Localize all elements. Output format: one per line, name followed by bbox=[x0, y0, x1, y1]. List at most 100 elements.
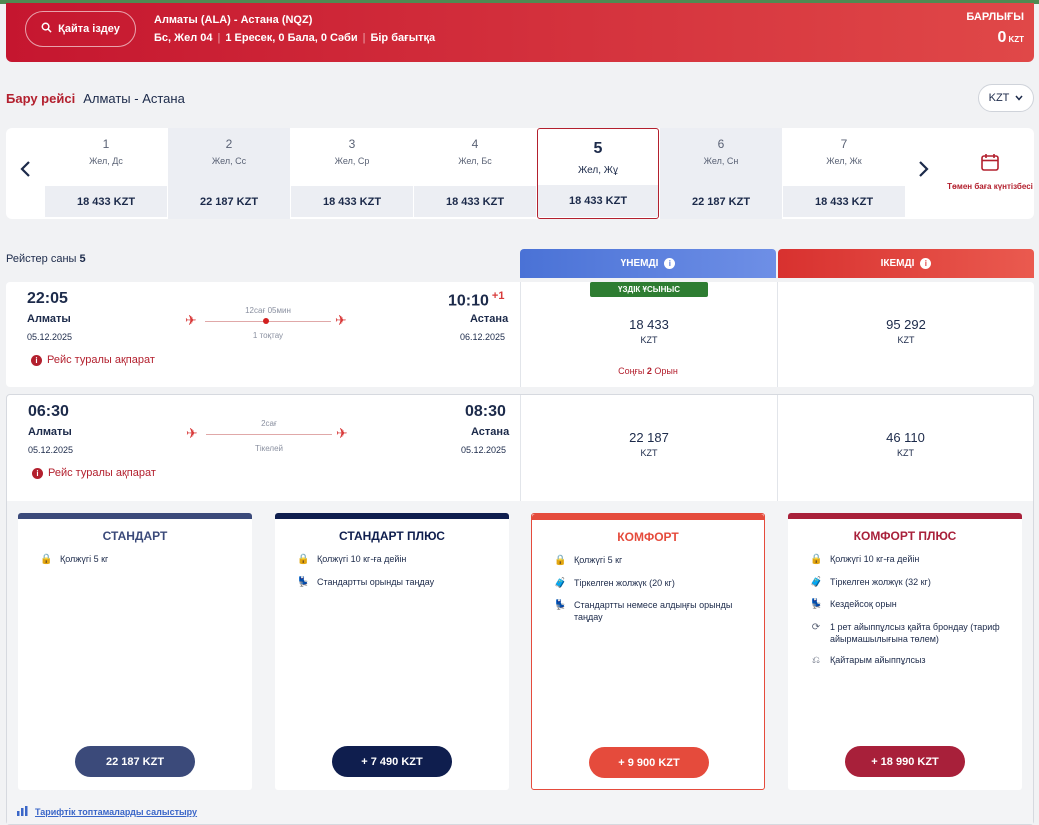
date-card-1[interactable]: 1 Жел, Дс 18 433 KZT bbox=[45, 128, 167, 219]
date-price: 18 433 KZT bbox=[538, 185, 658, 217]
passengers: 1 Ересек, 0 Бала, 0 Сәби bbox=[225, 32, 358, 44]
date-card-5-selected[interactable]: 5 Жел, Жұ 18 433 KZT bbox=[537, 128, 659, 219]
date-price: 22 187 KZT bbox=[660, 186, 782, 217]
feature-item: 💺 Стандартты немесе алдыңғы орынды таңдау bbox=[554, 600, 733, 623]
tariff-select-button[interactable]: + 9 900 KZT bbox=[589, 747, 709, 778]
date-weekday: Жел, Дс bbox=[89, 156, 123, 166]
date-weekday: Жел, Сн bbox=[703, 156, 739, 166]
next-dates-button[interactable] bbox=[909, 158, 939, 184]
departure-city: Алматы bbox=[28, 426, 72, 438]
departure-date: 05.12.2025 bbox=[28, 445, 74, 455]
economy-label: ҮНЕМДІ bbox=[620, 258, 659, 269]
last-seats-note: Соңғы 2 Орын bbox=[618, 366, 678, 376]
date-price: 18 433 KZT bbox=[291, 186, 413, 217]
date-number: 4 bbox=[471, 137, 479, 151]
tariff-features: 🔒 Қолжүгі 5 кг bbox=[40, 553, 242, 576]
arrival-time: 08:30 bbox=[465, 403, 506, 420]
re-search-button[interactable]: Қайта іздеу bbox=[25, 11, 136, 47]
tariff-color-bar bbox=[788, 513, 1022, 519]
info-icon[interactable]: i bbox=[664, 258, 676, 269]
compare-label: Тарифтік топтамаларды салыстыру bbox=[35, 807, 198, 817]
date-number: 3 bbox=[348, 137, 356, 151]
search-summary-header: Қайта іздеу Алматы (ALA) - Астана (NQZ) … bbox=[6, 3, 1034, 62]
date-card-4[interactable]: 4 Жел, Бс 18 433 KZT bbox=[414, 128, 536, 219]
business-currency: KZT bbox=[897, 335, 915, 345]
departure-title: Бару рейсі Алматы - Астана bbox=[6, 91, 185, 106]
arrival-city: Астана bbox=[471, 426, 510, 438]
feature-item: 💺 Стандартты орынды таңдау bbox=[297, 576, 435, 588]
seat-icon: 💺 bbox=[554, 600, 567, 611]
best-offer-badge: ҮЗДІК ҰСЫНЫС bbox=[590, 282, 708, 297]
arrival-date: 05.12.2025 bbox=[461, 445, 507, 455]
plane-depart-icon: ✈ bbox=[186, 425, 198, 441]
date-card-6[interactable]: 6 Жел, Сн 22 187 KZT bbox=[660, 128, 782, 219]
economy-fare-cell[interactable]: 22 187 KZT bbox=[520, 395, 777, 501]
flight-info-link[interactable]: i Рейс туралы ақпарат bbox=[31, 354, 155, 366]
date-number: 2 bbox=[225, 137, 233, 151]
luggage-icon: 🧳 bbox=[810, 576, 823, 588]
plane-depart-icon: ✈ bbox=[185, 312, 197, 328]
date-weekday: Жел, Бс bbox=[458, 156, 492, 166]
tariff-color-bar bbox=[18, 513, 252, 519]
economy-currency: KZT bbox=[640, 335, 658, 345]
plane-arrive-icon: ✈ bbox=[335, 312, 347, 328]
date-card-7[interactable]: 7 Жел, Жк 18 433 KZT bbox=[783, 128, 905, 219]
prev-dates-button[interactable] bbox=[10, 158, 40, 184]
arrival-city: Астана bbox=[470, 313, 509, 325]
date-card-2[interactable]: 2 Жел, Сс 22 187 KZT bbox=[168, 128, 290, 219]
date-carousel: 1 Жел, Дс 18 433 KZT 2 Жел, Сс 22 187 KZ… bbox=[6, 128, 1034, 219]
business-currency: KZT bbox=[897, 448, 914, 458]
compare-tariffs-link[interactable]: Тарифтік топтамаларды салыстыру bbox=[17, 806, 197, 818]
total-value: 0 KZT bbox=[997, 29, 1024, 46]
economy-price: 22 187 bbox=[629, 430, 669, 445]
search-icon bbox=[41, 22, 52, 36]
route-details: Бс, Жел 04 | 1 Ересек, 0 Бала, 0 Сәби | Бір … bbox=[154, 32, 436, 44]
flight-info-link[interactable]: i Рейс туралы ақпарат bbox=[32, 467, 156, 479]
flight-duration: 12сағ 05мин bbox=[245, 306, 291, 315]
arrival-time: 10:10 +1 bbox=[448, 290, 505, 310]
tariff-name: КОМФОРТ ПЛЮС bbox=[853, 529, 957, 543]
tariff-color-bar bbox=[275, 513, 509, 519]
business-price: 46 110 bbox=[886, 430, 925, 445]
flight-info-label: Рейс туралы ақпарат bbox=[47, 354, 155, 366]
low-price-calendar-button[interactable]: Төмен баға күнтізбесі bbox=[946, 128, 1034, 219]
date-price: 18 433 KZT bbox=[414, 186, 536, 217]
date-card-3[interactable]: 3 Жел, Ср 18 433 KZT bbox=[291, 128, 413, 219]
tariff-select-button[interactable]: 22 187 KZT bbox=[75, 746, 195, 777]
tariff-features: 🔒 Қолжүгі 10 кг-ға дейін 🧳 Тіркелген жолжү… bbox=[810, 553, 1012, 676]
date-weekday: Жел, Жк bbox=[826, 156, 862, 166]
info-icon: i bbox=[31, 354, 42, 366]
tariff-card-comfort[interactable]: КОМФОРТ 🔒 Қолжүгі 5 кг 🧳 Тіркелген жолжүк … bbox=[531, 513, 765, 790]
calendar-icon bbox=[946, 152, 1034, 175]
business-fare-cell[interactable]: 95 292 KZT bbox=[777, 282, 1034, 387]
tariff-select-button[interactable]: + 7 490 KZT bbox=[332, 746, 452, 777]
date-number: 6 bbox=[717, 137, 725, 151]
flight-info-label: Рейс туралы ақпарат bbox=[48, 467, 156, 479]
tariff-card-standard[interactable]: СТАНДАРТ 🔒 Қолжүгі 5 кг 22 187 KZT bbox=[18, 513, 252, 790]
date-price: 18 433 KZT bbox=[45, 186, 167, 217]
tariff-select-button[interactable]: + 18 990 KZT bbox=[845, 746, 965, 777]
date-price: 22 187 KZT bbox=[168, 186, 290, 217]
flights-count: Рейстер саны 5 bbox=[6, 253, 86, 265]
tariff-card-comfort-plus[interactable]: КОМФОРТ ПЛЮС 🔒 Қолжүгі 10 кг-ға дейін 🧳 Ті… bbox=[788, 513, 1022, 790]
feature-item: 🔒 Қолжүгі 10 кг-ға дейін bbox=[810, 554, 920, 565]
tariff-features: 🔒 Қолжүгі 10 кг-ға дейін 💺 Стандартты орын… bbox=[297, 553, 499, 598]
route-line bbox=[206, 434, 332, 435]
flight-stops: Тікелей bbox=[254, 444, 284, 453]
luggage-icon: 🧳 bbox=[554, 577, 567, 589]
currency-select[interactable]: KZT bbox=[978, 84, 1034, 112]
feature-item: 🧳 Тіркелген жолжүк (20 кг) bbox=[554, 577, 675, 589]
date-weekday: Жел, Сс bbox=[211, 156, 247, 166]
business-fare-cell[interactable]: 46 110 KZT bbox=[777, 395, 1033, 501]
info-icon[interactable]: i bbox=[920, 258, 932, 269]
currency-value: KZT bbox=[988, 92, 1010, 104]
info-icon: i bbox=[32, 467, 43, 479]
tariff-features: 🔒 Қолжүгі 5 кг 🧳 Тіркелген жолжүк (20 кг) … bbox=[554, 554, 754, 632]
feature-item: ⎌ Қайтарым айыппұлсыз bbox=[812, 654, 926, 666]
route-title: Алматы (ALA) - Астана (NQZ) bbox=[154, 14, 313, 26]
departure-label: Бару рейсі bbox=[6, 91, 76, 106]
tariff-card-standard-plus[interactable]: СТАНДАРТ ПЛЮС 🔒 Қолжүгі 10 кг-ға дейін 💺 С… bbox=[275, 513, 509, 790]
flight-duration: 2сағ bbox=[261, 419, 277, 428]
bag-icon: 🔒 bbox=[810, 554, 823, 565]
seat-icon: 💺 bbox=[297, 576, 310, 588]
